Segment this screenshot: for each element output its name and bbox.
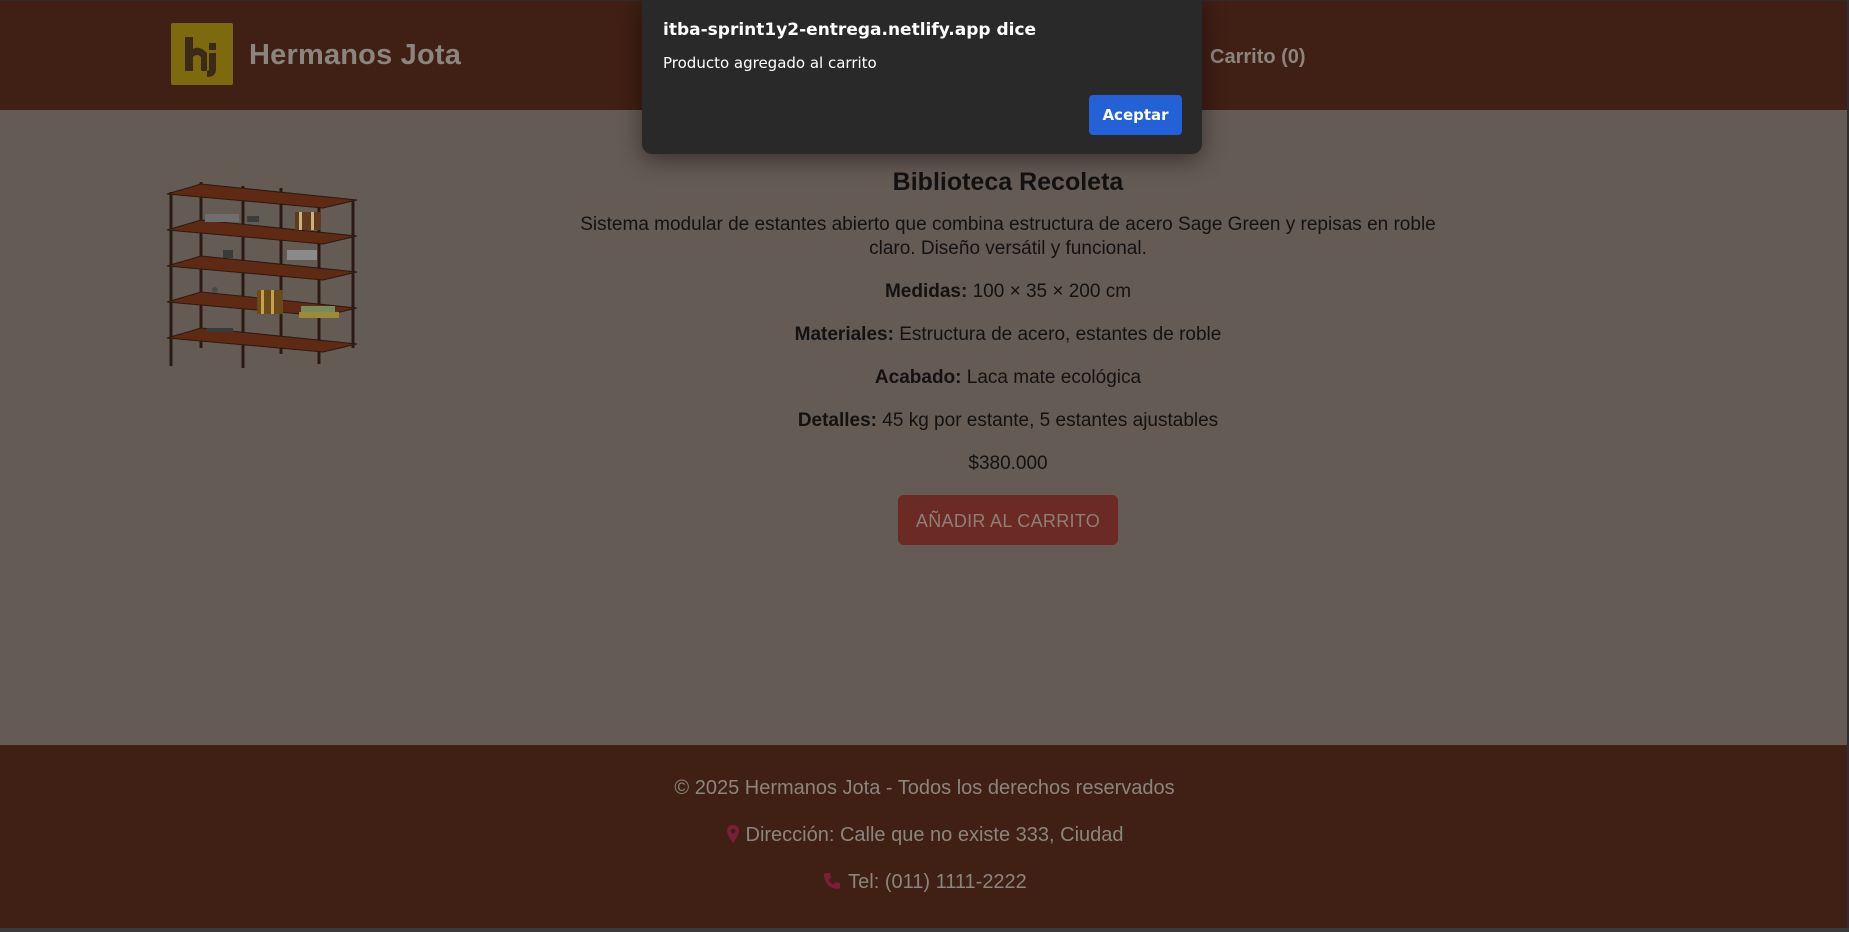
cart-link[interactable]: Carrito (0) (1210, 46, 1306, 69)
spec-label: Detalles: (797, 410, 878, 431)
window-edge-bottom (0, 928, 1849, 932)
phone-icon (822, 871, 842, 897)
product-info: Biblioteca Recoleta Sistema modular de e… (560, 165, 1456, 545)
spec-label: Acabado: (874, 367, 962, 388)
page: Hermanos Jota Carrito (0) Biblioteca Rec… (0, 0, 1849, 932)
spec-finish: Acabado: Laca mate ecológica (560, 366, 1456, 390)
spec-value: Laca mate ecológica (966, 367, 1142, 388)
map-pin-icon (726, 824, 740, 850)
spec-value: 100 × 35 × 200 cm (972, 281, 1132, 302)
add-to-cart-button[interactable]: AÑADIR AL CARRITO (898, 495, 1118, 545)
spec-label: Materiales: (794, 324, 894, 345)
spec-details: Detalles: 45 kg por estante, 5 estantes … (560, 409, 1456, 433)
footer-address: Dirección: Calle que no existe 333, Ciud… (0, 824, 1849, 850)
product-title: Biblioteca Recoleta (892, 168, 1124, 196)
footer-copyright: © 2025 Hermanos Jota - Todos los derecho… (674, 777, 1175, 799)
footer-address-text: Dirección: Calle que no existe 333, Ciud… (745, 824, 1124, 846)
dialog-ok-button[interactable]: Aceptar (1089, 95, 1182, 135)
hj-monogram-logo-icon[interactable] (171, 23, 233, 85)
brand-name[interactable]: Hermanos Jota (249, 39, 461, 72)
spec-materials: Materiales: Estructura de acero, estante… (560, 323, 1456, 347)
alert-dialog: itba-sprint1y2-entrega.netlify.app dice … (642, 0, 1202, 154)
spec-value: 45 kg por estante, 5 estantes ajustables (882, 410, 1219, 431)
footer-phone-text: Tel: (011) 1111-2222 (848, 871, 1027, 893)
footer-phone: Tel: (011) 1111-2222 (0, 871, 1849, 897)
spec-dimensions: Medidas: 100 × 35 × 200 cm (560, 280, 1456, 304)
product-image (163, 178, 363, 378)
product-description: Sistema modular de estantes abierto que … (580, 214, 1436, 259)
dialog-title: itba-sprint1y2-entrega.netlify.app dice (663, 20, 1037, 40)
spec-label: Medidas: (884, 281, 968, 302)
spec-value: Estructura de acero, estantes de roble (899, 324, 1222, 345)
site-footer: © 2025 Hermanos Jota - Todos los derecho… (0, 745, 1849, 932)
dialog-message: Producto agregado al carrito (663, 54, 877, 72)
product-price: $380.000 (968, 453, 1048, 474)
